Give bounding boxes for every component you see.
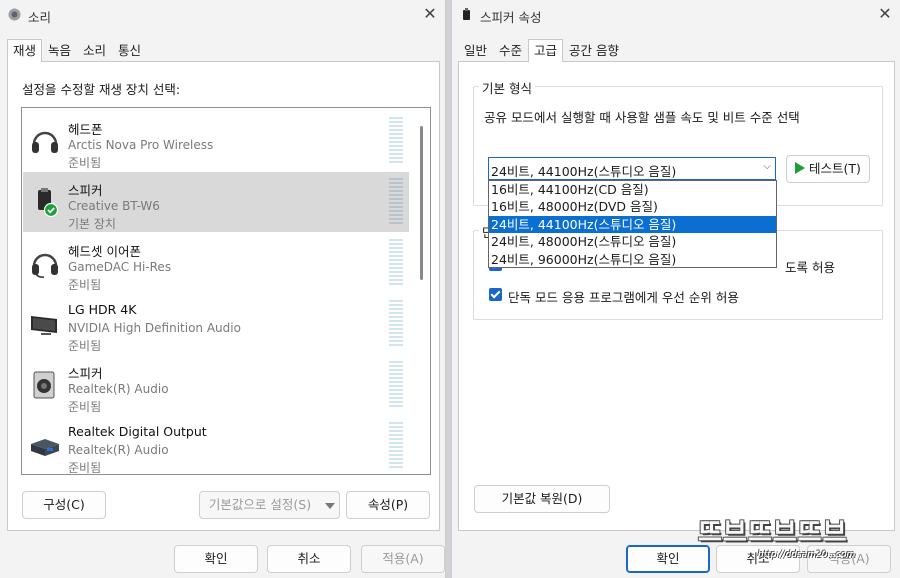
- device-list[interactable]: 헤드폰 Arctis Nova Pro Wireless 준비됨 스피커 Cre…: [21, 107, 431, 475]
- set-default-dropdown[interactable]: [320, 491, 340, 519]
- allow-exclusive-label: 도록 허용: [785, 260, 835, 275]
- device-name: Realtek Digital Output: [68, 424, 207, 439]
- device-description: Realtek(R) Audio: [68, 382, 169, 396]
- dropdown-option[interactable]: 24비트, 48000Hz(스튜디오 음질): [489, 233, 776, 250]
- tab-strip: 일반 수준 고급 공간 음향: [458, 39, 625, 62]
- volume-meter: [389, 300, 403, 348]
- speaker-device-icon: [463, 8, 470, 20]
- device-name: 스피커: [68, 183, 103, 198]
- tab-levels[interactable]: 수준: [493, 39, 528, 61]
- set-default-button[interactable]: 기본값으로 설정(S): [199, 491, 321, 519]
- volume-meter: [389, 422, 403, 470]
- speaker-icon: [33, 371, 55, 399]
- list-scrollbar[interactable]: [420, 126, 423, 280]
- close-icon[interactable]: ✕: [870, 0, 900, 30]
- watermark-url: http://ddsam20...com: [758, 550, 856, 560]
- combo-value: 24비트, 44100Hz(스튜디오 음질): [491, 164, 677, 179]
- cancel-button[interactable]: 취소: [267, 545, 351, 573]
- close-icon[interactable]: ✕: [415, 0, 445, 30]
- dropdown-option[interactable]: 24비트, 96000Hz(스튜디오 음질): [489, 251, 776, 268]
- digital-output-icon: [31, 439, 59, 456]
- device-description: Arctis Nova Pro Wireless: [68, 138, 214, 152]
- device-item-digital-output[interactable]: Realtek Digital Output Realtek(R) Audio …: [23, 416, 409, 475]
- tab-general[interactable]: 일반: [458, 39, 493, 61]
- device-item-monitor[interactable]: LG HDR 4K NVIDIA High Definition Audio 준…: [23, 294, 409, 354]
- headphones-icon: [32, 131, 58, 153]
- device-item-headset[interactable]: 헤드셋 이어폰 GameDAC Hi-Res 준비됨: [23, 233, 409, 293]
- title-bar[interactable]: 소리 ✕: [0, 0, 445, 30]
- speaker-app-icon: [8, 8, 21, 21]
- device-description: GameDAC Hi-Res: [68, 260, 172, 274]
- chevron-down-icon: ⌵: [763, 161, 771, 172]
- device-status: 준비됨: [68, 461, 102, 475]
- device-status: 준비됨: [68, 400, 102, 414]
- device-status: 준비됨: [68, 278, 102, 292]
- device-description: NVIDIA High Definition Audio: [68, 321, 241, 335]
- device-status: 준비됨: [68, 339, 102, 353]
- window-title: 스피커 속성: [480, 10, 542, 25]
- configure-button[interactable]: 구성(C): [22, 491, 106, 519]
- title-bar[interactable]: 스피커 속성 ✕: [452, 0, 900, 30]
- play-icon: [795, 162, 806, 174]
- device-item-realtek-speaker[interactable]: 스피커 Realtek(R) Audio 준비됨: [23, 355, 409, 415]
- dropdown-option[interactable]: 16비트, 44100Hz(CD 음질): [489, 181, 776, 198]
- chevron-down-icon: [325, 503, 335, 509]
- volume-meter: [389, 239, 403, 287]
- monitor-icon: [31, 316, 57, 335]
- watermark-logo: 뜨브뜨브뜨브 http://ddsam20...com: [698, 512, 894, 574]
- headset-icon: [32, 253, 58, 278]
- default-format-label: 기본 형식: [479, 78, 535, 97]
- sample-rate-dropdown: 16비트, 44100Hz(CD 음질) 16비트, 48000Hz(DVD 음…: [488, 180, 777, 268]
- restore-defaults-button[interactable]: 기본값 복원(D): [474, 485, 610, 513]
- tab-communications[interactable]: 통신: [112, 39, 147, 61]
- watermark-text: 뜨브뜨브뜨브: [698, 518, 848, 548]
- sound-dialog: 소리 ✕ 재생 녹음 소리 통신 설정을 수정할 재생 장치 선택: 헤드폰 A…: [0, 0, 446, 578]
- dropdown-option[interactable]: 16비트, 48000Hz(DVD 음질): [489, 198, 776, 215]
- sample-rate-combo[interactable]: 24비트, 44100Hz(스튜디오 음질) ⌵: [488, 157, 776, 180]
- tab-advanced[interactable]: 고급: [528, 39, 564, 62]
- tab-recording[interactable]: 녹음: [42, 39, 77, 61]
- speaker-properties-dialog: 스피커 속성 ✕ 일반 수준 고급 공간 음향 기본 형식 공유 모드에서 실행…: [451, 0, 900, 578]
- device-description: Creative BT-W6: [68, 199, 160, 213]
- device-name: LG HDR 4K: [68, 302, 137, 317]
- test-button-label: 테스트(T): [809, 161, 861, 176]
- test-button[interactable]: 테스트(T): [786, 155, 870, 183]
- volume-meter: [389, 117, 403, 165]
- exclusive-priority-checkbox[interactable]: [489, 288, 502, 301]
- device-status: 준비됨: [68, 156, 102, 170]
- window-title: 소리: [28, 10, 52, 25]
- ok-button[interactable]: 확인: [174, 545, 258, 573]
- volume-meter: [389, 178, 403, 226]
- device-name: 헤드폰: [68, 122, 103, 137]
- tab-strip: 재생 녹음 소리 통신: [7, 39, 147, 62]
- device-status: 기본 장치: [68, 217, 116, 231]
- format-description: 공유 모드에서 실행할 때 사용할 샘플 속도 및 비트 수준 선택: [484, 110, 800, 125]
- device-list-caption: 설정을 수정할 재생 장치 선택:: [22, 82, 181, 97]
- apply-button[interactable]: 적용(A): [361, 545, 445, 573]
- tab-spatial-sound[interactable]: 공간 음향: [563, 39, 625, 61]
- device-description: Realtek(R) Audio: [68, 443, 169, 457]
- device-item-headphones[interactable]: 헤드폰 Arctis Nova Pro Wireless 준비됨: [23, 111, 409, 171]
- device-name: 스피커: [68, 366, 103, 381]
- bluetooth-dongle-icon: [38, 188, 59, 218]
- volume-meter: [389, 361, 403, 409]
- exclusive-priority-label: 단독 모드 응용 프로그램에게 우선 순위 허용: [508, 290, 739, 305]
- properties-button[interactable]: 속성(P): [346, 491, 430, 519]
- device-name: 헤드셋 이어폰: [68, 244, 141, 259]
- tab-playback[interactable]: 재생: [7, 39, 43, 62]
- dropdown-option-selected[interactable]: 24비트, 44100Hz(스튜디오 음질): [489, 215, 776, 234]
- device-item-speaker-default[interactable]: 스피커 Creative BT-W6 기본 장치: [23, 172, 409, 232]
- tab-sounds[interactable]: 소리: [77, 39, 112, 61]
